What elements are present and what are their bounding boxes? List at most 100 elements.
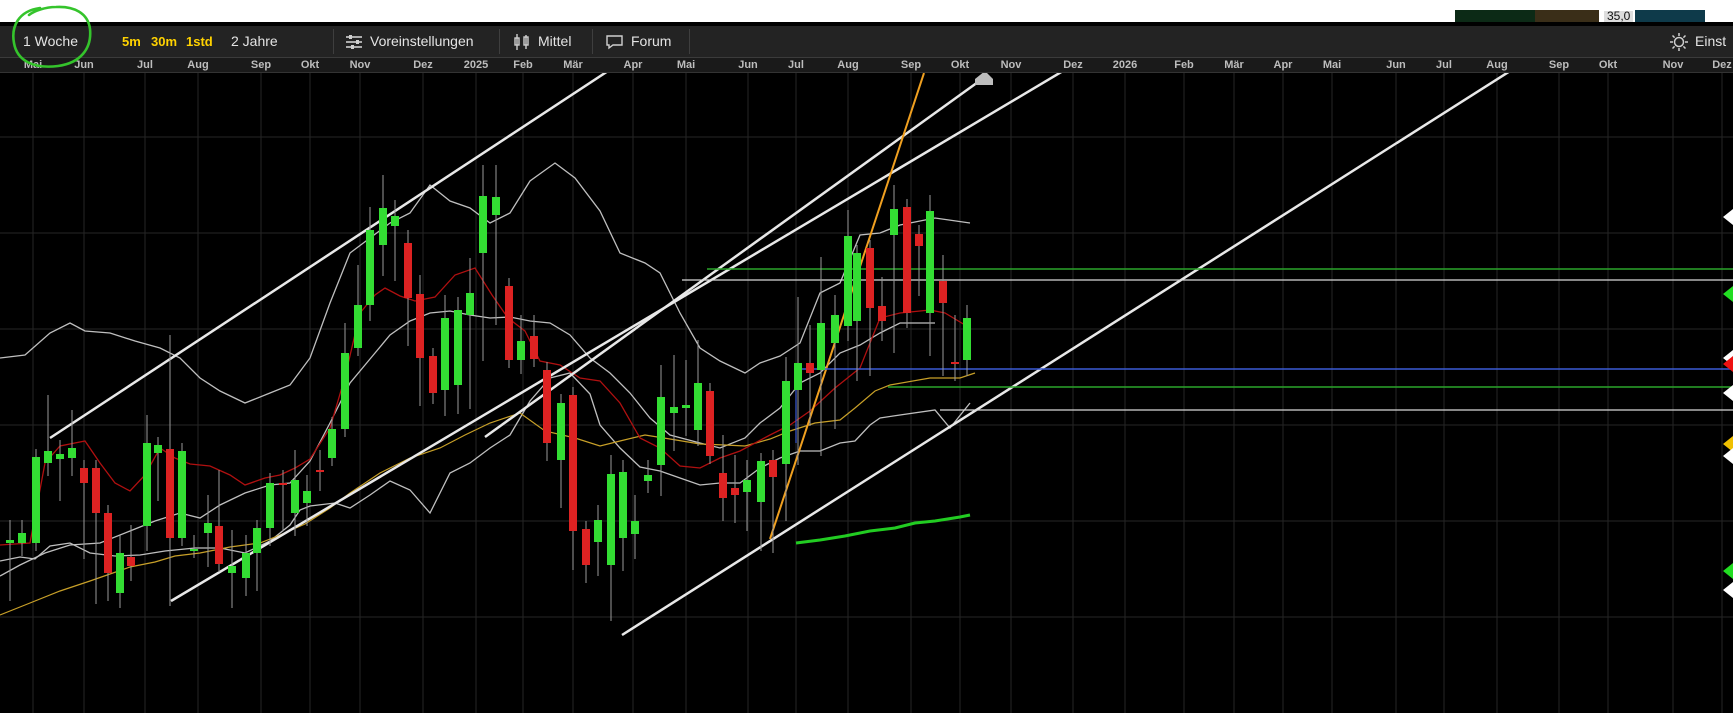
- candle-body: [607, 474, 615, 565]
- month-label: Okt: [1598, 59, 1618, 71]
- indicator-button[interactable]: Mittel: [513, 26, 571, 57]
- candle-body: [404, 243, 412, 298]
- candle-body: [806, 363, 814, 373]
- time-axis: Mai Jun Jul Aug Sep Okt Nov Dez 2025 Feb Mär Apr Mai…: [0, 58, 1733, 73]
- month-label: Dez: [413, 59, 433, 71]
- candle: [479, 165, 487, 361]
- candle: [557, 394, 565, 508]
- candle: [619, 460, 627, 571]
- candle: [903, 199, 911, 328]
- candle-body: [391, 216, 399, 226]
- candle-body: [915, 234, 923, 246]
- presets-label: Voreinstellungen: [370, 33, 474, 49]
- month-label: Sep: [1548, 59, 1570, 71]
- quote-value: 35,0: [1604, 10, 1634, 22]
- candle: [266, 473, 274, 546]
- candle-body: [743, 480, 751, 492]
- chart-grid: [0, 73, 1733, 713]
- candle-body: [866, 248, 874, 308]
- candle: [731, 455, 739, 523]
- candle-body: [303, 491, 311, 503]
- candle-body: [204, 523, 212, 533]
- month-label: 2026: [1112, 59, 1138, 71]
- candle: [844, 210, 852, 341]
- candle-body: [116, 553, 124, 593]
- price-marker: [1723, 286, 1733, 302]
- candle-body: [719, 473, 727, 498]
- candle: [831, 295, 839, 429]
- candle-body: [492, 197, 500, 215]
- month-label: Mär: [563, 59, 583, 71]
- candle: [143, 415, 151, 551]
- candle-body: [817, 323, 825, 370]
- candle: [878, 277, 886, 341]
- candle: [644, 460, 652, 493]
- candle: [915, 225, 923, 296]
- interval-5m-button[interactable]: 5m: [122, 26, 141, 57]
- month-label: Jun: [74, 59, 94, 71]
- candle-body: [731, 488, 739, 495]
- month-label: Dez: [1063, 59, 1083, 71]
- candle-body: [416, 294, 424, 358]
- price-marker: [1723, 563, 1733, 579]
- candle-body: [429, 356, 437, 393]
- candle-body: [644, 475, 652, 481]
- candle-body: [769, 460, 777, 477]
- interval-30m-button[interactable]: 30m: [151, 26, 177, 57]
- candle-body: [454, 310, 462, 385]
- toolbar-divider: [333, 29, 334, 54]
- candle-body: [215, 526, 223, 564]
- candle-body: [166, 449, 174, 538]
- candle: [866, 240, 874, 376]
- volume-moving-average: [795, 513, 971, 545]
- candle-body: [505, 286, 513, 360]
- candle-body: [328, 429, 336, 458]
- candle-body: [831, 315, 839, 343]
- candle: [607, 455, 615, 621]
- candle-body: [890, 209, 898, 235]
- candle: [817, 257, 825, 456]
- month-label: Jun: [738, 59, 758, 71]
- month-label: Mär: [1224, 59, 1244, 71]
- month-label: Apr: [1273, 59, 1293, 71]
- candle-body: [706, 391, 714, 456]
- candle: [853, 245, 861, 381]
- candle-body: [594, 520, 602, 542]
- candle-body: [951, 362, 959, 364]
- candle-body: [253, 528, 261, 553]
- candle-body: [657, 397, 665, 465]
- candle-body: [844, 236, 852, 326]
- indicator-label: Mittel: [538, 33, 572, 49]
- price-marker: [1723, 582, 1733, 598]
- price-chart[interactable]: [0, 73, 1733, 713]
- presets-button[interactable]: Voreinstellungen: [345, 26, 474, 57]
- interval-1std-button[interactable]: 1std: [186, 26, 213, 57]
- candle: [279, 470, 287, 531]
- range-dropdown[interactable]: 2 Jahre: [231, 26, 278, 57]
- candle-body: [68, 448, 76, 458]
- month-label: Jul: [1436, 59, 1452, 71]
- candle-body: [939, 281, 947, 303]
- candle-body: [466, 293, 474, 315]
- candle-body: [56, 454, 64, 459]
- candle: [757, 453, 765, 551]
- candle: [379, 175, 387, 276]
- candle: [951, 315, 959, 381]
- forum-button[interactable]: Forum: [605, 26, 671, 57]
- candle-body: [242, 553, 250, 578]
- candle-body: [543, 370, 551, 443]
- month-label: Jul: [137, 59, 153, 71]
- settings-button[interactable]: Einst: [1670, 26, 1726, 57]
- candle: [104, 505, 112, 601]
- candle: [154, 437, 162, 501]
- month-label: Apr: [623, 59, 643, 71]
- drawing-tool-marker: [975, 73, 993, 85]
- candle: [694, 340, 702, 446]
- month-label: Aug: [1486, 59, 1508, 71]
- candle: [92, 460, 100, 604]
- candle: [594, 505, 602, 576]
- candle-body: [104, 513, 112, 573]
- candle-body: [178, 451, 186, 538]
- timeframe-button[interactable]: 1 Woche: [23, 26, 78, 57]
- candle: [582, 521, 590, 583]
